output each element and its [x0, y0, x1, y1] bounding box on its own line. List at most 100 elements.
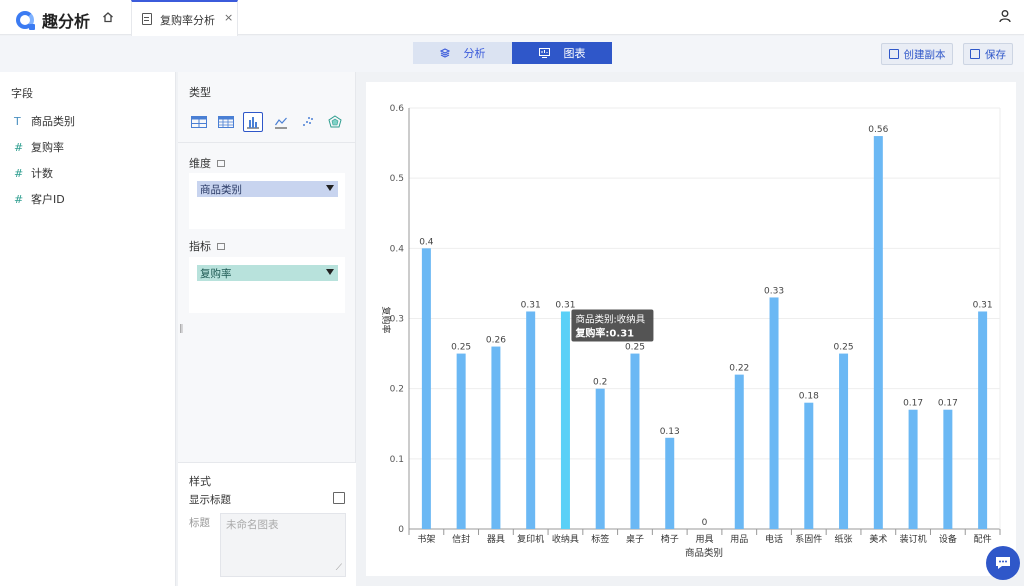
table-type-button[interactable]	[189, 112, 209, 132]
x-tick-label: 纸张	[835, 533, 853, 545]
data-label: 0.25	[451, 343, 471, 353]
y-axis-label: 复购率	[380, 306, 392, 333]
chart-tab-button[interactable]: 图表	[512, 42, 612, 64]
pivot-table-icon	[218, 116, 235, 128]
mode-toolbar: 分析 图表 创建副本 保存	[0, 36, 1024, 72]
bar-chart-icon	[247, 117, 260, 129]
logo-icon	[16, 11, 35, 30]
x-tick-label: 信封	[452, 533, 470, 545]
bar	[978, 311, 988, 529]
x-axis-label: 商品类别	[685, 547, 723, 559]
metric-chip[interactable]: 复购率	[197, 265, 338, 281]
dimension-drop-zone[interactable]: 商品类别	[189, 173, 345, 229]
analysis-label: 分析	[463, 47, 486, 60]
line-chart-type-button[interactable]	[271, 112, 291, 132]
show-title-checkbox[interactable]	[333, 492, 345, 504]
scatter-type-button[interactable]	[298, 112, 318, 132]
x-tick-label: 装订机	[900, 533, 927, 545]
home-icon	[103, 12, 113, 23]
field-item-customer-id[interactable]: # 客户ID	[14, 191, 65, 207]
data-label: 0.31	[973, 300, 993, 310]
save-icon	[970, 49, 980, 59]
text-type-icon: T	[14, 114, 21, 128]
user-button[interactable]	[998, 9, 1014, 25]
home-button[interactable]	[100, 9, 116, 25]
analysis-tab-button[interactable]: 分析	[413, 42, 512, 64]
radar-type-button[interactable]	[325, 112, 345, 132]
dropdown-arrow-icon[interactable]	[326, 269, 334, 275]
show-title-label: 显示标题	[189, 494, 231, 506]
dropdown-arrow-icon[interactable]	[326, 185, 334, 191]
y-tick-label: 0.5	[390, 174, 404, 184]
create-copy-label: 创建副本	[903, 48, 946, 61]
x-tick-label: 桌子	[626, 533, 644, 545]
app-logo[interactable]: 趣分析	[16, 8, 90, 32]
field-label: 商品类别	[31, 115, 75, 128]
document-icon	[142, 13, 152, 25]
bar	[769, 297, 779, 529]
dimension-title: 维度	[189, 155, 225, 171]
chat-button[interactable]	[986, 546, 1020, 580]
bar	[873, 136, 883, 530]
data-label: 0.25	[625, 343, 645, 353]
dimension-chip[interactable]: 商品类别	[197, 181, 338, 197]
data-label: 0.56	[868, 125, 888, 135]
title-field-label: 标题	[189, 517, 210, 529]
bar	[491, 346, 501, 529]
metric-title: 指标	[189, 238, 225, 254]
chart-type-selector	[189, 112, 345, 136]
radar-icon	[328, 115, 342, 128]
tab-repurchase-analysis[interactable]: 复购率分析 ×	[131, 0, 238, 36]
data-label: 0.22	[729, 364, 749, 374]
panel-splitter[interactable]: ‖	[179, 324, 184, 334]
x-tick-label: 复印机	[517, 533, 544, 545]
data-label: 0.31	[521, 300, 541, 310]
y-tick-label: 0.3	[390, 315, 404, 325]
field-label: 复购率	[31, 141, 64, 154]
pivot-table-type-button[interactable]	[216, 112, 236, 132]
lock-icon	[217, 159, 225, 167]
bar-chart-type-button[interactable]	[243, 112, 264, 132]
y-tick-label: 0.1	[390, 455, 404, 465]
tooltip-line-value: 复购率:0.31	[574, 326, 634, 339]
bar	[804, 402, 814, 529]
tab-close-button[interactable]: ×	[224, 11, 233, 24]
x-tick-label: 设备	[939, 533, 957, 545]
data-label: 0.33	[764, 286, 784, 296]
table-icon	[191, 116, 207, 128]
tab-label: 复购率分析	[160, 14, 215, 27]
layers-icon	[439, 48, 450, 58]
y-tick-label: 0.6	[390, 104, 405, 114]
x-tick-label: 系固件	[795, 533, 822, 545]
line-chart-icon	[274, 117, 287, 129]
x-tick-label: 用具	[695, 534, 713, 545]
data-label: 0.2	[593, 378, 607, 388]
x-tick-label: 器具	[487, 534, 505, 545]
y-tick-label: 0.2	[390, 385, 404, 395]
dimension-label: 维度	[189, 157, 211, 170]
bar	[456, 353, 466, 529]
x-tick-label: 用品	[730, 534, 748, 545]
field-item-category[interactable]: T 商品类别	[14, 113, 75, 129]
save-button[interactable]: 保存	[963, 43, 1013, 65]
metric-drop-zone[interactable]: 复购率	[189, 257, 345, 313]
config-panel: 类型 维度 商品类别 指标 复购率 样式 显示标题 标题 未命名图表 ⟋	[178, 72, 356, 586]
field-label: 客户ID	[31, 193, 65, 206]
title-input[interactable]: 未命名图表 ⟋	[220, 513, 346, 577]
bar-chart[interactable]: 0 0.1 0.2 0.3 0.4 0.5 0.6 复购率 0.4 书架 0.25 信封 0.26 器具 0…	[366, 82, 1016, 576]
data-label: 0.25	[834, 343, 854, 353]
data-label: 0	[702, 518, 708, 528]
bar	[421, 248, 431, 530]
y-tick-label: 0	[398, 525, 404, 535]
metric-chip-label: 复购率	[200, 267, 232, 280]
field-item-repurchase-rate[interactable]: # 复购率	[14, 139, 64, 155]
title-input-placeholder: 未命名图表	[226, 519, 279, 531]
create-copy-button[interactable]: 创建副本	[881, 43, 953, 65]
field-item-count[interactable]: # 计数	[14, 165, 53, 181]
divider	[178, 142, 356, 143]
number-type-icon: #	[14, 192, 24, 206]
field-label: 计数	[31, 167, 53, 180]
bar	[908, 409, 918, 529]
resize-grip-icon[interactable]: ⟋	[336, 563, 342, 573]
copy-icon	[888, 49, 899, 59]
